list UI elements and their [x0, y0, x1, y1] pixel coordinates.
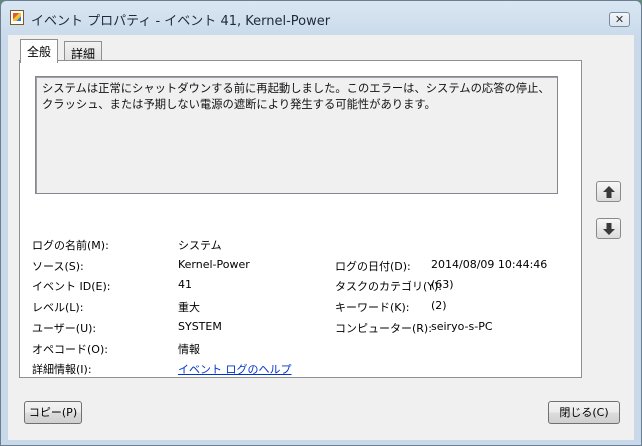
tab-general[interactable]: 全般 — [20, 39, 59, 63]
title-bar[interactable]: イベント プロパティ - イベント 41, Kernel-Power ✕ — [1, 1, 641, 37]
level-label: レベル(L): — [32, 301, 84, 314]
event-viewer-icon — [10, 10, 24, 25]
user-value: SYSTEM — [178, 320, 222, 333]
keywords-value: (2) — [431, 299, 447, 312]
level-value: 重大 — [178, 301, 200, 314]
next-event-button[interactable] — [596, 218, 621, 239]
more-info-label: 詳細情報(I): — [32, 363, 92, 376]
previous-event-button[interactable] — [596, 181, 621, 202]
task-category-value: (63) — [431, 278, 454, 291]
logged-label: ログの日付(D): — [335, 260, 411, 273]
tab-details[interactable]: 詳細 — [64, 41, 103, 61]
down-arrow-icon — [603, 223, 615, 235]
dialog-client-area: 全般 詳細 システムは正常にシャットダウンする前に再起動しました。このエラーは、… — [8, 35, 634, 440]
close-button[interactable]: 閉じる(C) — [548, 401, 620, 424]
event-id-value: 41 — [178, 278, 192, 291]
window-close-button[interactable]: ✕ — [609, 12, 630, 27]
up-arrow-icon — [603, 186, 615, 198]
window-title: イベント プロパティ - イベント 41, Kernel-Power — [31, 14, 331, 29]
computer-value: seiryo-s-PC — [431, 320, 493, 333]
task-category-label: タスクのカテゴリ(Y): — [335, 280, 443, 293]
copy-button[interactable]: コピー(P) — [24, 401, 82, 424]
general-tab-panel: システムは正常にシャットダウンする前に再起動しました。このエラーは、システムの応… — [19, 60, 582, 378]
log-name-value: システム — [178, 239, 222, 252]
logged-value: 2014/08/09 10:44:46 — [431, 258, 548, 271]
source-value: Kernel-Power — [178, 258, 250, 271]
event-description[interactable]: システムは正常にシャットダウンする前に再起動しました。このエラーは、システムの応… — [35, 76, 558, 194]
user-label: ユーザー(U): — [32, 322, 97, 335]
computer-label: コンピューター(R): — [335, 322, 432, 335]
event-log-help-link[interactable]: イベント ログのヘルプ — [178, 361, 292, 377]
opcode-label: オペコード(O): — [32, 343, 108, 356]
source-label: ソース(S): — [32, 260, 84, 273]
keywords-label: キーワード(K): — [335, 301, 410, 314]
event-id-label: イベント ID(E): — [32, 280, 111, 293]
log-name-label: ログの名前(M): — [32, 239, 109, 252]
opcode-value: 情報 — [178, 343, 200, 356]
event-properties-window: イベント プロパティ - イベント 41, Kernel-Power ✕ 全般 … — [0, 0, 642, 446]
